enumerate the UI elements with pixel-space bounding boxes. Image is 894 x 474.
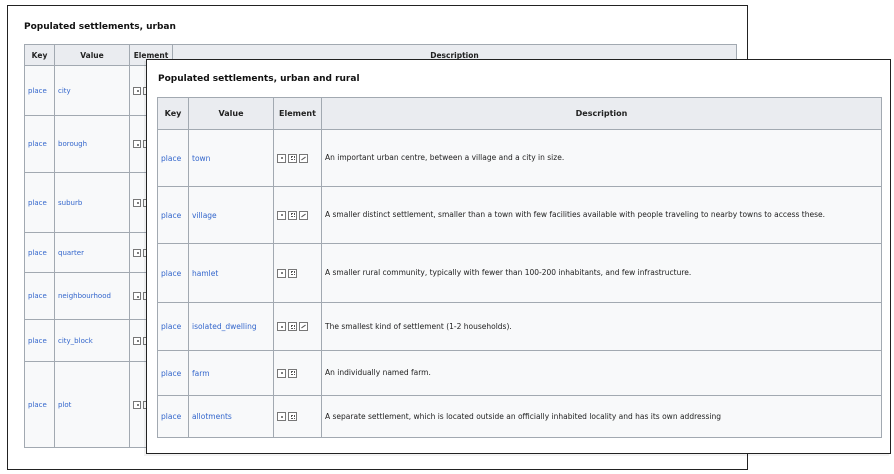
node-icon[interactable] — [277, 210, 286, 220]
key-link[interactable]: place — [24, 65, 55, 116]
area-icon[interactable] — [288, 412, 297, 421]
node-icon[interactable] — [277, 153, 286, 163]
key-link[interactable]: place — [24, 272, 55, 320]
key-link[interactable]: place — [24, 172, 55, 233]
key-link[interactable]: place — [24, 319, 55, 362]
node-icon[interactable] — [133, 198, 141, 207]
table-row: place village A smaller distinct settlem… — [157, 186, 882, 244]
table-row: place farm An individually named farm. — [157, 350, 882, 396]
value-link[interactable]: isolated_dwelling — [188, 302, 274, 351]
node-icon[interactable] — [133, 336, 141, 345]
value-link[interactable]: city — [54, 65, 130, 116]
value-link[interactable]: farm — [188, 350, 274, 396]
value-link[interactable]: town — [188, 129, 274, 187]
way-icon[interactable] — [299, 322, 308, 331]
value-link[interactable]: plot — [54, 361, 130, 448]
key-link[interactable]: place — [157, 302, 189, 351]
key-link[interactable]: place — [157, 395, 189, 438]
column-header-key: Key — [157, 97, 189, 130]
element-icons — [273, 395, 322, 438]
column-header-description: Description — [321, 97, 882, 130]
table-header-row: Key Value Element Description — [157, 97, 882, 130]
key-link[interactable]: place — [24, 232, 55, 273]
way-icon[interactable] — [299, 210, 308, 220]
node-icon[interactable] — [277, 322, 286, 331]
value-link[interactable]: quarter — [54, 232, 130, 273]
element-icons — [273, 186, 322, 244]
table-row: place town An important urban centre, be… — [157, 129, 882, 187]
node-icon[interactable] — [277, 412, 286, 421]
table-row: place allotments A separate settlement, … — [157, 395, 882, 438]
table-row: place hamlet A smaller rural community, … — [157, 243, 882, 303]
node-icon[interactable] — [133, 86, 141, 95]
description-cell: An important urban centre, between a vil… — [321, 129, 882, 187]
way-icon[interactable] — [299, 153, 308, 163]
node-icon[interactable] — [133, 292, 141, 300]
element-icons — [273, 350, 322, 396]
tags-table-urban-rural: Key Value Element Description place town… — [157, 97, 882, 438]
value-link[interactable]: suburb — [54, 172, 130, 233]
section-title: Populated settlements, urban and rural — [158, 74, 360, 84]
value-link[interactable]: village — [188, 186, 274, 244]
key-link[interactable]: place — [24, 115, 55, 173]
column-header-element: Element — [273, 97, 322, 130]
node-icon[interactable] — [133, 400, 141, 409]
table-row: place isolated_dwelling The smallest kin… — [157, 302, 882, 351]
description-cell: The smallest kind of settlement (1-2 hou… — [321, 302, 882, 351]
element-icons — [273, 129, 322, 187]
description-cell: A smaller rural community, typically wit… — [321, 243, 882, 303]
area-icon[interactable] — [288, 268, 297, 278]
column-header-key: Key — [24, 44, 55, 66]
area-icon[interactable] — [288, 210, 297, 220]
key-link[interactable]: place — [157, 350, 189, 396]
front-panel: Populated settlements, urban and rural K… — [146, 59, 891, 454]
column-header-value: Value — [54, 44, 130, 66]
description-cell: A separate settlement, which is located … — [321, 395, 882, 438]
column-header-value: Value — [188, 97, 274, 130]
value-link[interactable]: borough — [54, 115, 130, 173]
area-icon[interactable] — [288, 368, 297, 378]
value-link[interactable]: hamlet — [188, 243, 274, 303]
key-link[interactable]: place — [157, 129, 189, 187]
description-cell: A smaller distinct settlement, smaller t… — [321, 186, 882, 244]
area-icon[interactable] — [288, 153, 297, 163]
key-link[interactable]: place — [157, 186, 189, 244]
description-cell: An individually named farm. — [321, 350, 882, 396]
node-icon[interactable] — [133, 248, 141, 257]
area-icon[interactable] — [288, 322, 297, 331]
value-link[interactable]: city_block — [54, 319, 130, 362]
element-icons — [273, 243, 322, 303]
value-link[interactable]: neighbourhood — [54, 272, 130, 320]
key-link[interactable]: place — [157, 243, 189, 303]
node-icon[interactable] — [277, 268, 286, 278]
node-icon[interactable] — [277, 368, 286, 378]
value-link[interactable]: allotments — [188, 395, 274, 438]
section-title: Populated settlements, urban — [24, 22, 176, 32]
key-link[interactable]: place — [24, 361, 55, 448]
element-icons — [273, 302, 322, 351]
node-icon[interactable] — [133, 140, 141, 148]
